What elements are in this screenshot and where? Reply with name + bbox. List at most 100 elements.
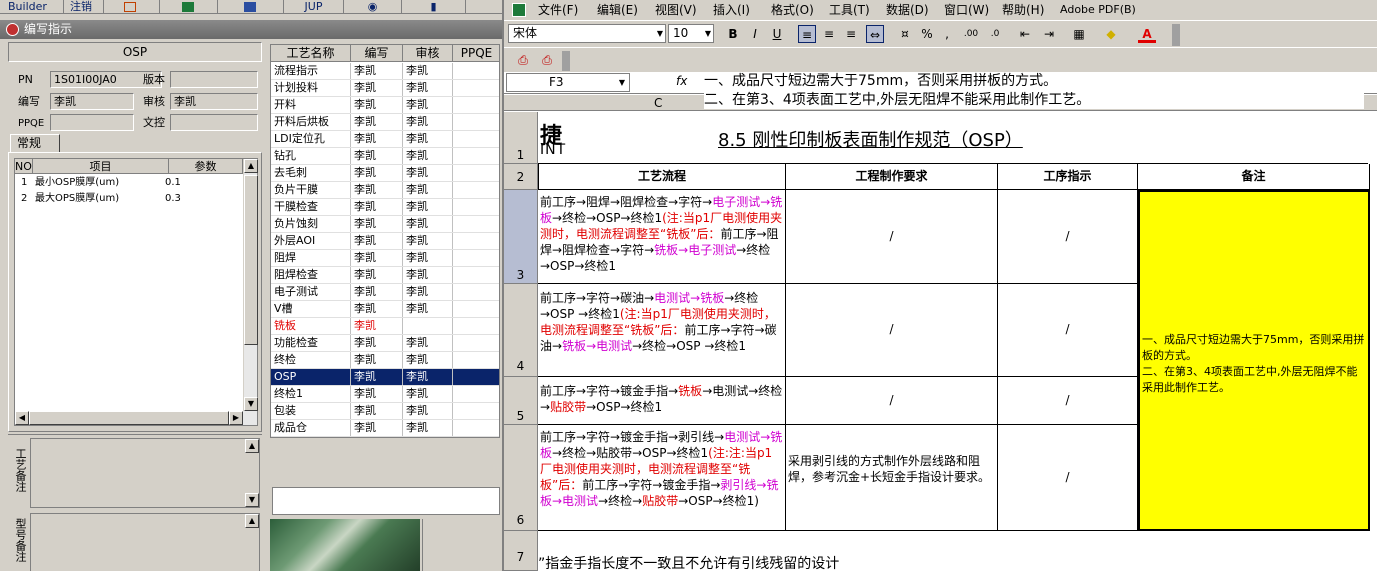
instruction-cell-4[interactable]: /	[998, 284, 1138, 377]
process-row[interactable]: 干膜检查 李凯 李凯	[271, 199, 499, 216]
author-field[interactable]: 李凯	[50, 93, 134, 110]
header-requirement[interactable]: 工程制作要求	[786, 164, 998, 190]
align-left-icon[interactable]: ≡	[798, 25, 816, 43]
row-header-4[interactable]: 4	[504, 284, 538, 377]
model-remark-field[interactable]: ▲	[30, 513, 260, 571]
proc-header-author[interactable]: 编写	[351, 45, 403, 62]
param-hscroll[interactable]: ◀ ▶	[15, 411, 257, 425]
requirement-cell-5[interactable]: /	[786, 377, 998, 425]
scroll-down-icon[interactable]: ▼	[245, 493, 259, 507]
scroll-up-icon[interactable]: ▲	[245, 439, 259, 453]
menu-help[interactable]: 帮助(H)	[1002, 2, 1044, 18]
process-row[interactable]: 外层AOI 李凯 李凯	[271, 233, 499, 250]
process-row[interactable]: 电子测试 李凯 李凯	[271, 284, 499, 301]
process-row[interactable]: 计划投料 李凯 李凯	[271, 80, 499, 97]
proc-header-ppqe[interactable]: PPQE	[453, 45, 499, 62]
excel-app-icon[interactable]	[512, 3, 526, 17]
process-row[interactable]: 开料后烘板 李凯 李凯	[271, 114, 499, 131]
param-header-no[interactable]: NO	[15, 159, 33, 174]
review-field[interactable]: 李凯	[170, 93, 258, 110]
process-row[interactable]: V槽 李凯 李凯	[271, 301, 499, 318]
proc-header-name[interactable]: 工艺名称	[271, 45, 351, 62]
database-button[interactable]: ▮	[402, 0, 466, 14]
process-row[interactable]: 去毛刺 李凯 李凯	[271, 165, 499, 182]
fill-color-icon[interactable]: ◆	[1102, 25, 1120, 43]
fx-icon[interactable]: fx	[676, 74, 687, 88]
align-right-icon[interactable]: ≡	[842, 25, 860, 43]
process-row[interactable]: 功能检查 李凯 李凯	[271, 335, 499, 352]
menu-insert[interactable]: 插入(I)	[713, 2, 750, 18]
instruction-cell-5[interactable]: /	[998, 377, 1138, 425]
formula-content[interactable]: 一、成品尺寸短边需大于75mm，否则采用拼板的方式。	[704, 72, 1057, 90]
comma-icon[interactable]: ,	[938, 25, 956, 43]
process-row[interactable]: 终检1 李凯 李凯	[271, 386, 499, 403]
menu-data[interactable]: 数据(D)	[886, 2, 929, 18]
menu-format[interactable]: 格式(O)	[771, 2, 814, 18]
process-row[interactable]: 终检 李凯 李凯	[271, 352, 499, 369]
flow-cell-6[interactable]: 前工序→字符→镀金手指→剥引线→电测试→铣板→终检→贴胶带→OSP→终检1(注:…	[538, 425, 786, 531]
toolbar-options-icon[interactable]	[1172, 24, 1180, 46]
note-cell-selected[interactable]: 一、成品尺寸短边需大于75mm，否则采用拼板的方式。 二、在第3、4项表面工艺中…	[1138, 190, 1370, 531]
process-row[interactable]: 负片蚀刻 李凯 李凯	[271, 216, 499, 233]
table-row[interactable]: 2 最大OPS膜厚(um) 0.3	[15, 191, 243, 207]
scroll-left-icon[interactable]: ◀	[15, 411, 29, 425]
table-row[interactable]: 1 最小OSP膜厚(um) 0.1	[15, 175, 243, 191]
scroll-thumb[interactable]	[244, 175, 258, 345]
row-header-3[interactable]: 3	[504, 190, 538, 284]
scroll-up-icon[interactable]: ▲	[244, 159, 258, 173]
font-name-select[interactable]: 宋体 ▼	[508, 24, 666, 43]
instruction-cell-6[interactable]: /	[998, 425, 1138, 531]
name-box[interactable]: F3 ▼	[506, 73, 630, 92]
toolbar-options-icon[interactable]	[562, 51, 570, 71]
process-row[interactable]: 阻焊检查 李凯 李凯	[271, 267, 499, 284]
export-icon-button[interactable]	[104, 0, 160, 14]
version-field[interactable]	[170, 71, 258, 88]
process-remark-field[interactable]: ▲ ▼	[30, 438, 260, 508]
process-row[interactable]: 成品仓 李凯 李凯	[271, 420, 499, 437]
process-row[interactable]: OSP 李凯 李凯	[271, 369, 499, 386]
currency-icon[interactable]: ¤	[896, 25, 914, 43]
merge-center-icon[interactable]: ⇔	[866, 25, 884, 43]
process-row[interactable]: 开料 李凯 李凯	[271, 97, 499, 114]
row-header-2[interactable]: 2	[504, 164, 538, 190]
instruction-cell-3[interactable]: /	[998, 190, 1138, 284]
process-detail-field[interactable]	[272, 487, 500, 515]
scroll-up-icon[interactable]: ▲	[245, 514, 259, 528]
align-center-icon[interactable]: ≡	[820, 25, 838, 43]
process-row[interactable]: 钻孔 李凯 李凯	[271, 148, 499, 165]
scroll-right-icon[interactable]: ▶	[229, 411, 243, 425]
param-vscroll[interactable]: ▲ ▼	[243, 159, 258, 411]
doc-field[interactable]	[170, 114, 258, 131]
menu-edit[interactable]: 编辑(E)	[597, 2, 638, 18]
requirement-cell-4[interactable]: /	[786, 284, 998, 377]
param-header-value[interactable]: 参数	[169, 159, 243, 174]
increase-indent-icon[interactable]: ⇥	[1040, 25, 1058, 43]
percent-icon[interactable]: %	[918, 25, 936, 43]
process-row[interactable]: 流程指示 李凯 李凯	[271, 63, 499, 80]
menu-tools[interactable]: 工具(T)	[829, 2, 870, 18]
tab-general[interactable]: 常规	[10, 134, 60, 152]
view-eye-button[interactable]: ◉	[344, 0, 402, 14]
column-header-c[interactable]: C	[654, 96, 662, 110]
param-header-item[interactable]: 项目	[33, 159, 169, 174]
flow-cell-4[interactable]: 前工序→字符→碳油→电测试→铣板→终检→OSP →终检1(注:当p1厂电测使用夹…	[538, 284, 786, 377]
row-header-6[interactable]: 6	[504, 425, 538, 531]
italic-icon[interactable]: I	[746, 25, 764, 43]
font-size-select[interactable]: 10 ▼	[668, 24, 714, 43]
process-row[interactable]: LDI定位孔 李凯 李凯	[271, 131, 499, 148]
decrease-indent-icon[interactable]: ⇤	[1016, 25, 1034, 43]
requirement-cell-6[interactable]: 采用剥引线的方式制作外层线路和阻焊，参考沉金+长短金手指设计要求。	[786, 425, 998, 531]
menu-adobe-pdf[interactable]: Adobe PDF(B)	[1060, 2, 1136, 18]
underline-icon[interactable]: U	[768, 25, 786, 43]
menu-window[interactable]: 窗口(W)	[944, 2, 989, 18]
process-row[interactable]: 铣板 李凯	[271, 318, 499, 335]
jup-button[interactable]: JUP	[284, 0, 344, 14]
requirement-cell-3[interactable]: /	[786, 190, 998, 284]
cancel-button[interactable]: 注销	[64, 0, 104, 14]
font-color-icon[interactable]: A	[1138, 25, 1156, 43]
borders-icon[interactable]: ▦	[1070, 25, 1088, 43]
flow-cell-5[interactable]: 前工序→字符→镀金手指→铣板→电测试→终检→贴胶带→OSP→终检1	[538, 377, 786, 425]
menu-file[interactable]: 文件(F)	[538, 2, 578, 18]
row-header-7[interactable]: 7	[504, 531, 538, 571]
process-row[interactable]: 负片干膜 李凯 李凯	[271, 182, 499, 199]
